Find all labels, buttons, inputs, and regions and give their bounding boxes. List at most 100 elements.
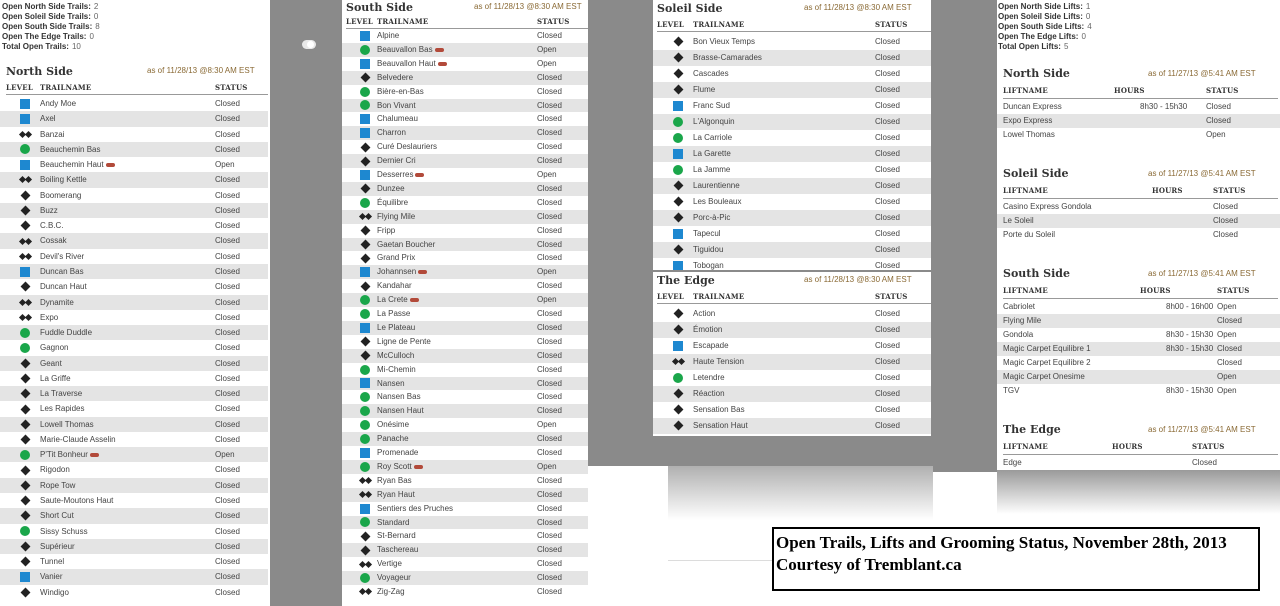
level-shape [673, 309, 683, 319]
level-shape [360, 197, 370, 208]
trail-status: Closed [537, 114, 562, 124]
trail-status: Closed [875, 68, 900, 78]
level-shape [673, 244, 683, 255]
trail-status: Closed [537, 211, 562, 221]
header-rule [657, 303, 931, 304]
trail-row: Windigo Closed [0, 585, 268, 600]
trail-name: Zig-Zag [377, 585, 405, 599]
trail-status: Closed [215, 496, 240, 506]
trail-name: Dernier Cri [377, 154, 416, 168]
trail-status: Open [537, 295, 557, 305]
blue-square-icon [673, 258, 695, 270]
column-header-level: LEVEL [6, 83, 33, 92]
trail-name-text: Rope Tow [40, 480, 76, 490]
lift-timestamp: as of 11/27/13 @5:41 AM EST [1148, 269, 1256, 278]
trail-row: Bon Vivant Closed [342, 98, 588, 113]
black-diamond-icon [673, 178, 695, 194]
level-shape [20, 266, 30, 277]
trail-row: Franc Sud Closed [653, 98, 931, 114]
trail-status: Open [537, 267, 557, 277]
trail-row: Gagnon Closed [0, 340, 268, 355]
trail-status: Closed [215, 572, 240, 582]
trail-row: Fripp Closed [342, 224, 588, 238]
trail-row: Rigodon Closed [0, 462, 268, 477]
trail-row: Ryan Bas Closed [342, 474, 588, 488]
column-header-status: STATUS [1217, 286, 1250, 295]
lift-name: Duncan Express [1003, 102, 1062, 111]
trail-row: Supérieur Closed [0, 538, 268, 555]
lift-hours: 8h30 - 15h30 [1166, 344, 1214, 353]
trail-status: Closed [537, 142, 562, 152]
trail-status: Closed [875, 52, 900, 62]
trail-row: La Crete Open [342, 293, 588, 307]
trail-name-text: Belvedere [377, 72, 414, 82]
toggle-icon[interactable] [302, 40, 316, 49]
black-diamond-icon [673, 242, 695, 258]
trail-name: St-Bernard [377, 529, 416, 543]
caption-box: Open Trails, Lifts and Grooming Status, … [772, 527, 1260, 591]
trail-name: Ryan Haut [377, 488, 415, 502]
trail-row: Porc-à-Pic Closed [653, 209, 931, 226]
trail-name: Flying Mile [377, 210, 415, 224]
level-shape [673, 372, 683, 383]
trail-name: Short Cut [40, 508, 74, 523]
trail-status: Closed [215, 434, 240, 444]
green-circle-icon [20, 340, 42, 355]
lift-name: Magic Carpet Equilibre 2 [1003, 358, 1091, 367]
trail-name: Équilibre [377, 196, 408, 210]
trail-row: Laurentienne Closed [653, 177, 931, 194]
trail-name-text: Haute Tension [693, 356, 744, 366]
trail-name: Desserres [377, 168, 425, 182]
trail-row: Duncan Haut Closed [0, 279, 268, 294]
trail-row: Dunzee Closed [342, 181, 588, 196]
trail-name: Grand Prix [377, 251, 415, 265]
trail-name-text: Charron [377, 128, 406, 138]
level-shape [20, 465, 30, 476]
trail-name-text: Andy Moe [40, 99, 77, 108]
snowcat-groomed-icon [415, 172, 425, 177]
level-shape [673, 388, 683, 399]
level-shape [673, 68, 683, 79]
trail-status: Closed [215, 328, 240, 338]
level-shape [360, 169, 370, 180]
trail-name-text: Ryan Bas [377, 475, 412, 485]
trail-name: Gagnon [40, 340, 68, 355]
level-shape [360, 573, 370, 584]
trail-row: Les Rapides Closed [0, 401, 268, 416]
trail-name-text: Beauchemin Haut [40, 160, 104, 170]
trail-name-text: Lowell Thomas [40, 419, 94, 429]
trail-row: Saute-Moutons Haut Closed [0, 493, 268, 508]
trail-status: Closed [875, 260, 900, 270]
level-shape [20, 220, 30, 231]
level-shape [673, 84, 683, 95]
level-shape [360, 364, 370, 375]
trail-row: Nansen Closed [342, 376, 588, 391]
trail-row: Les Bouleaux Closed [653, 194, 931, 210]
level-shape [20, 510, 30, 521]
level-shape [20, 526, 30, 537]
level-shape [20, 419, 30, 430]
open-trails-summary: Open North Side Trails: 2 Open Soleil Side… [2, 2, 202, 52]
blue-square-icon [20, 96, 42, 111]
trail-status: Closed [215, 358, 240, 368]
trail-name: Bon Vivant [377, 99, 416, 113]
lift-name: TGV [1003, 386, 1020, 395]
trail-status: Closed [537, 406, 562, 416]
level-shape [360, 142, 370, 153]
trail-name: Taschereau [377, 543, 418, 557]
trail-row: Vertige Closed [342, 557, 588, 571]
trail-row: La Passe Closed [342, 307, 588, 321]
trail-name-text: Fuddle Duddle [40, 328, 93, 338]
lift-name: Porte du Soleil [1003, 230, 1056, 239]
trail-status: Closed [875, 212, 900, 222]
column-header-liftname: LIFTNAME [1003, 442, 1048, 451]
level-shape [360, 239, 370, 250]
trail-name: Buzz [40, 203, 58, 218]
trail-name: Escapade [693, 338, 729, 354]
level-shape [360, 420, 370, 431]
trail-row: Duncan Bas Closed [0, 263, 268, 280]
trail-name: Expo [40, 310, 58, 325]
black-diamond-icon [20, 279, 42, 294]
summary-label: Open South Side Lifts: [998, 22, 1085, 31]
column-header-trailname: TRAILNAME [693, 292, 745, 301]
